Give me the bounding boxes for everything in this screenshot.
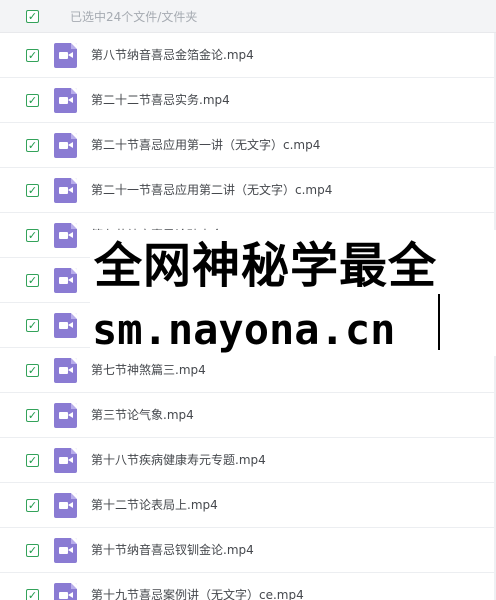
file-row[interactable]: ✓ 第十二节论表局上.mp4 <box>0 483 496 528</box>
video-file-icon <box>54 493 77 518</box>
checkmark-icon: ✓ <box>27 544 38 557</box>
checkmark-icon: ✓ <box>27 274 38 287</box>
file-row[interactable]: ✓ 第三节论气象.mp4 <box>0 393 496 438</box>
row-checkbox[interactable]: ✓ <box>26 364 39 377</box>
row-checkbox[interactable]: ✓ <box>26 274 39 287</box>
watermark-overlay: 全网神秘学最全 sm.nayona.cn <box>90 230 496 356</box>
file-name[interactable]: 第三节论气象.mp4 <box>91 407 194 423</box>
checkmark-icon: ✓ <box>27 454 38 467</box>
file-name[interactable]: 第二十一节喜忌应用第二讲（无文字）c.mp4 <box>91 182 332 198</box>
file-name[interactable]: 第七节神煞篇三.mp4 <box>91 362 206 378</box>
checkmark-icon: ✓ <box>27 364 38 377</box>
checkmark-icon: ✓ <box>27 409 38 422</box>
watermark-title: 全网神秘学最全 <box>94 238 438 294</box>
file-name[interactable]: 第十九节喜忌案例讲（无文字）ce.mp4 <box>91 587 304 600</box>
select-all-checkbox[interactable]: ✓ <box>26 10 39 23</box>
file-name[interactable]: 第八节纳音喜忌金箔金论.mp4 <box>91 47 254 63</box>
video-file-icon <box>54 178 77 203</box>
row-checkbox[interactable]: ✓ <box>26 139 39 152</box>
file-row[interactable]: ✓ 第二十节喜忌应用第一讲（无文字）c.mp4 <box>0 123 496 168</box>
text-cursor <box>438 294 440 350</box>
row-checkbox[interactable]: ✓ <box>26 589 39 600</box>
checkmark-icon: ✓ <box>27 589 38 600</box>
file-row[interactable]: ✓ 第二十二节喜忌实务.mp4 <box>0 78 496 123</box>
video-file-icon <box>54 88 77 113</box>
checkmark-icon: ✓ <box>27 94 38 107</box>
row-checkbox[interactable]: ✓ <box>26 94 39 107</box>
video-file-icon <box>54 448 77 473</box>
row-checkbox[interactable]: ✓ <box>26 184 39 197</box>
file-name[interactable]: 第十节纳音喜忌钗钏金论.mp4 <box>91 542 254 558</box>
row-checkbox[interactable]: ✓ <box>26 499 39 512</box>
video-file-icon <box>54 268 77 293</box>
checkmark-icon: ✓ <box>27 49 38 62</box>
video-file-icon <box>54 583 77 600</box>
file-name[interactable]: 第十二节论表局上.mp4 <box>91 497 218 513</box>
row-checkbox[interactable]: ✓ <box>26 319 39 332</box>
file-name[interactable]: 第二十节喜忌应用第一讲（无文字）c.mp4 <box>91 137 320 153</box>
file-row[interactable]: ✓ 第十九节喜忌案例讲（无文字）ce.mp4 <box>0 573 496 600</box>
file-row[interactable]: ✓ 第十节纳音喜忌钗钏金论.mp4 <box>0 528 496 573</box>
file-name[interactable]: 第二十二节喜忌实务.mp4 <box>91 92 230 108</box>
video-file-icon <box>54 538 77 563</box>
row-checkbox[interactable]: ✓ <box>26 409 39 422</box>
checkmark-icon: ✓ <box>27 10 38 23</box>
checkmark-icon: ✓ <box>27 139 38 152</box>
checkmark-icon: ✓ <box>27 319 38 332</box>
selection-header: ✓ 已选中24个文件/文件夹 <box>0 0 496 33</box>
video-file-icon <box>54 223 77 248</box>
file-list-page: ✓ 已选中24个文件/文件夹 ✓ 第八节纳音喜忌金箔金论.mp4 ✓ 第二十二节喜忌实… <box>0 0 496 600</box>
video-file-icon <box>54 313 77 338</box>
row-checkbox[interactable]: ✓ <box>26 544 39 557</box>
file-row[interactable]: ✓ 第二十一节喜忌应用第二讲（无文字）c.mp4 <box>0 168 496 213</box>
checkmark-icon: ✓ <box>27 184 38 197</box>
row-checkbox[interactable]: ✓ <box>26 454 39 467</box>
video-file-icon <box>54 403 77 428</box>
video-file-icon <box>54 133 77 158</box>
video-file-icon <box>54 43 77 68</box>
row-checkbox[interactable]: ✓ <box>26 49 39 62</box>
file-row[interactable]: ✓ 第八节纳音喜忌金箔金论.mp4 <box>0 33 496 78</box>
file-name[interactable]: 第十八节疾病健康寿元专题.mp4 <box>91 452 266 468</box>
file-row[interactable]: ✓ 第十八节疾病健康寿元专题.mp4 <box>0 438 496 483</box>
checkmark-icon: ✓ <box>27 229 38 242</box>
selection-count-text: 已选中24个文件/文件夹 <box>70 10 198 24</box>
watermark-url: sm.nayona.cn <box>92 305 396 354</box>
video-file-icon <box>54 358 77 383</box>
row-checkbox[interactable]: ✓ <box>26 229 39 242</box>
checkmark-icon: ✓ <box>27 499 38 512</box>
